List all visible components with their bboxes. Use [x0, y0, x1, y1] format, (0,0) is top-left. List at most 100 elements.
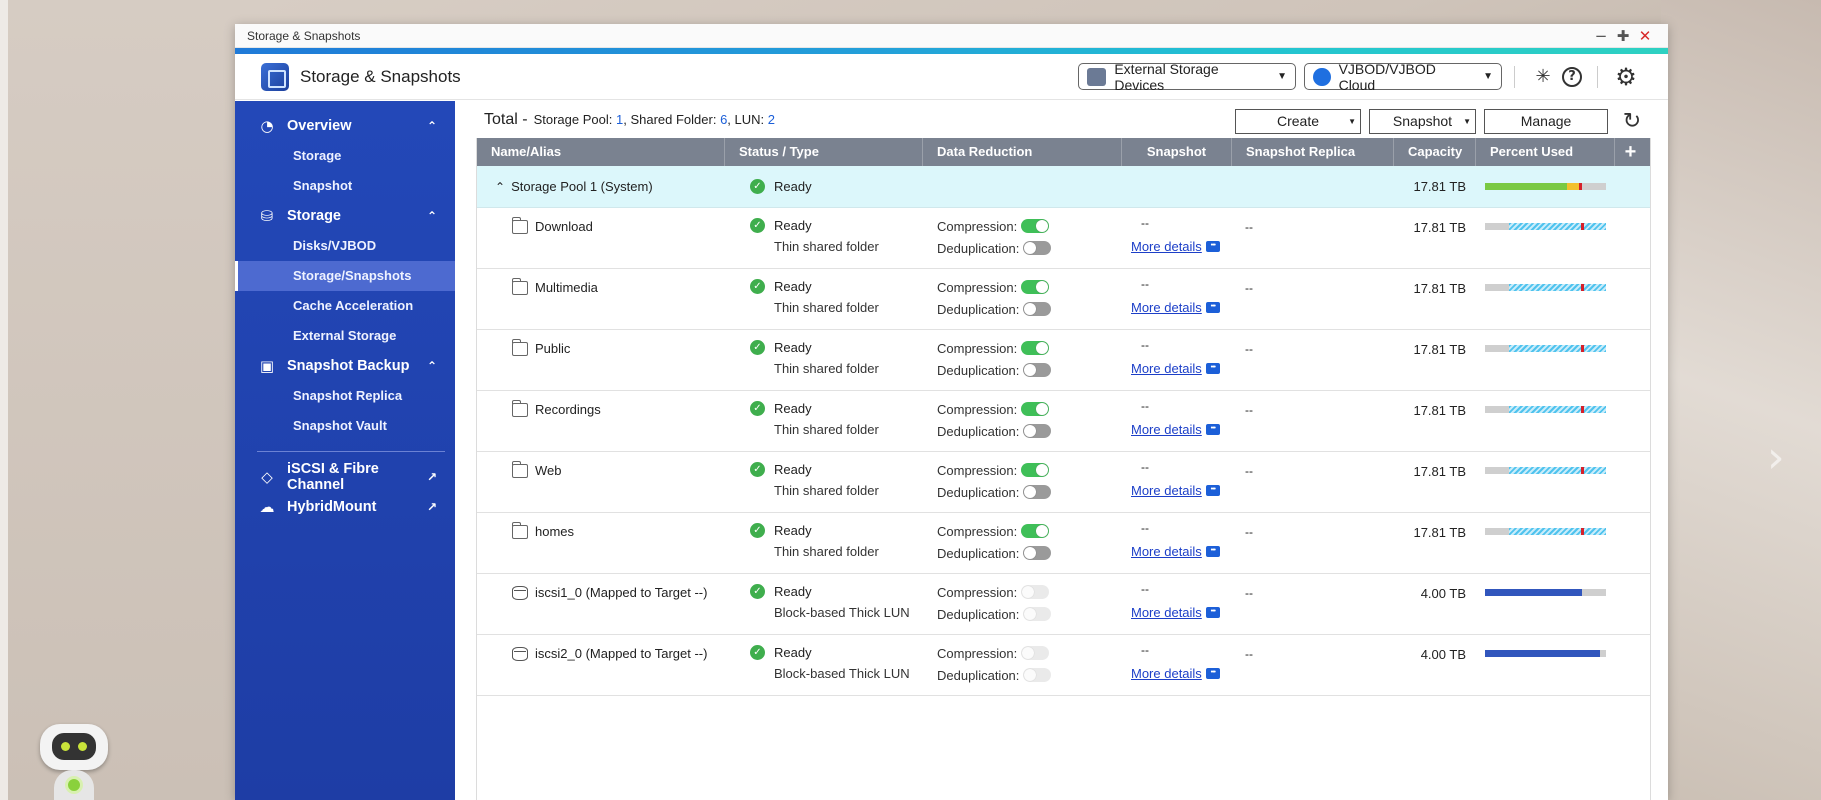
- more-details-link[interactable]: More details: [1131, 605, 1202, 620]
- compression-label: Compression:: [937, 462, 1018, 478]
- table-row[interactable]: Recordings ✓ Ready Thin shared folder Com…: [477, 391, 1650, 452]
- chat-bubble-icon[interactable]: •••: [1205, 546, 1220, 557]
- compression-toggle[interactable]: [1021, 280, 1050, 294]
- create-button[interactable]: Create ▼: [1235, 108, 1361, 134]
- chat-bubble-icon[interactable]: •••: [1205, 607, 1220, 618]
- row-name: homes: [535, 524, 575, 539]
- maximize-icon[interactable]: ✚: [1612, 27, 1634, 45]
- row-status: Ready: [774, 340, 812, 355]
- dedup-toggle[interactable]: [1023, 546, 1052, 560]
- row-name: iscsi2_0 (Mapped to Target --): [535, 646, 708, 661]
- data-reduction-cell: Compression: Deduplication:: [923, 208, 1122, 268]
- compression-label: Compression:: [937, 279, 1018, 295]
- compression-toggle[interactable]: [1021, 402, 1050, 416]
- table-row[interactable]: iscsi1_0 (Mapped to Target --) ✓ Ready Bl…: [477, 574, 1650, 635]
- sidebar-item-storage-snapshots[interactable]: Storage/Snapshots: [235, 261, 455, 291]
- row-status: Ready: [774, 462, 812, 477]
- more-details-link[interactable]: More details: [1131, 361, 1202, 376]
- close-icon[interactable]: ✕: [1634, 27, 1656, 45]
- help-icon[interactable]: ?: [1562, 66, 1582, 87]
- chat-bubble-icon[interactable]: •••: [1205, 424, 1220, 435]
- compression-toggle[interactable]: [1021, 341, 1050, 355]
- window-titlebar: Storage & Snapshots − ✚ ✕: [235, 24, 1668, 48]
- table-row[interactable]: Public ✓ Ready Thin shared folder Compres…: [477, 330, 1650, 391]
- table-row[interactable]: homes ✓ Ready Thin shared folder Compress…: [477, 513, 1650, 574]
- external-link-icon: ↗: [427, 470, 438, 484]
- more-details-link[interactable]: More details: [1131, 422, 1202, 437]
- external-storage-dropdown[interactable]: External Storage Devices ▼: [1078, 61, 1296, 93]
- table-row[interactable]: iscsi2_0 (Mapped to Target --) ✓ Ready Bl…: [477, 635, 1650, 696]
- chat-bubble-icon[interactable]: •••: [1205, 363, 1220, 374]
- column-header-status[interactable]: Status / Type: [725, 138, 923, 166]
- dedup-toggle[interactable]: [1023, 424, 1052, 438]
- compression-toggle[interactable]: [1021, 219, 1050, 233]
- sidebar-item-snapshot-vault[interactable]: Snapshot Vault: [235, 411, 455, 441]
- usage-marker: [1580, 406, 1584, 413]
- table-row[interactable]: Multimedia ✓ Ready Thin shared folder Com…: [477, 269, 1650, 330]
- lun-disk-icon: [512, 586, 528, 600]
- sidebar-group-snapshot-backup[interactable]: ▣ Snapshot Backup ⌃: [235, 351, 455, 381]
- camera-icon: ▣: [259, 357, 275, 375]
- dedup-label: Deduplication:: [937, 301, 1020, 317]
- table-row[interactable]: Download ✓ Ready Thin shared folder Compr…: [477, 208, 1650, 269]
- column-header-snapshot[interactable]: Snapshot: [1122, 138, 1232, 166]
- dedup-toggle[interactable]: [1023, 363, 1052, 377]
- assistant-robot-icon[interactable]: [32, 718, 116, 800]
- name-cell: Web: [477, 452, 725, 512]
- snapshot-label: Snapshot: [1392, 113, 1453, 129]
- usage-bar: [1485, 528, 1606, 535]
- storage-pool-row[interactable]: ⌃ Storage Pool 1 (System) ✓ Ready 17.81 …: [477, 166, 1650, 208]
- next-arrow-icon[interactable]: ›: [1767, 436, 1807, 480]
- column-header-percent-used[interactable]: Percent Used: [1476, 138, 1615, 166]
- dedup-toggle: [1023, 668, 1052, 682]
- column-header-name[interactable]: Name/Alias: [477, 138, 725, 166]
- diagnostics-icon[interactable]: ✳: [1530, 64, 1556, 90]
- desktop-edge: [0, 0, 8, 800]
- sidebar-item-disks-vjbod[interactable]: Disks/VJBOD: [235, 231, 455, 261]
- usage-marker: [1580, 467, 1584, 474]
- add-column-button[interactable]: +: [1615, 138, 1646, 166]
- vjbod-dropdown[interactable]: VJBOD/VJBOD Cloud ▼: [1304, 60, 1502, 93]
- more-details-link[interactable]: More details: [1131, 544, 1202, 559]
- dedup-toggle[interactable]: [1023, 302, 1052, 316]
- minimize-icon[interactable]: −: [1590, 27, 1612, 45]
- row-type: Thin shared folder: [774, 544, 879, 559]
- column-header-capacity[interactable]: Capacity: [1394, 138, 1476, 166]
- sidebar-item-snapshot-replica[interactable]: Snapshot Replica: [235, 381, 455, 411]
- chevron-up-icon[interactable]: ⌃: [495, 180, 505, 194]
- sidebar-link-hybridmount[interactable]: ☁ HybridMount ↗: [235, 492, 455, 522]
- refresh-icon[interactable]: ↻: [1618, 107, 1646, 135]
- sidebar-item-cache-acceleration[interactable]: Cache Acceleration: [235, 291, 455, 321]
- chat-bubble-icon[interactable]: •••: [1205, 485, 1220, 496]
- chat-bubble-icon[interactable]: •••: [1205, 302, 1220, 313]
- toolbar: Create ▼ Snapshot ▼ Manage ↻: [1227, 107, 1646, 135]
- chat-bubble-icon[interactable]: •••: [1205, 241, 1220, 252]
- chat-bubble-icon[interactable]: •••: [1205, 668, 1220, 679]
- pool-status-cell: ✓ Ready: [725, 179, 923, 194]
- table-row[interactable]: Web ✓ Ready Thin shared folder Compressio…: [477, 452, 1650, 513]
- more-details-link[interactable]: More details: [1131, 483, 1202, 498]
- name-cell: Multimedia: [477, 269, 725, 329]
- manage-button[interactable]: Manage: [1484, 108, 1608, 134]
- sidebar-group-storage[interactable]: ⛁ Storage ⌃: [235, 201, 455, 231]
- sidebar-item-external-storage[interactable]: External Storage: [235, 321, 455, 351]
- column-header-snapshot-replica[interactable]: Snapshot Replica: [1232, 138, 1394, 166]
- sidebar-item-storage[interactable]: Storage: [235, 141, 455, 171]
- compression-toggle[interactable]: [1021, 463, 1050, 477]
- more-details-link[interactable]: More details: [1131, 300, 1202, 315]
- capacity-cell: 4.00 TB: [1420, 586, 1466, 601]
- gear-icon[interactable]: ⚙: [1613, 63, 1639, 91]
- column-header-data-reduction[interactable]: Data Reduction: [923, 138, 1122, 166]
- vjbod-label: VJBOD/VJBOD Cloud: [1338, 60, 1436, 93]
- dedup-toggle[interactable]: [1023, 241, 1052, 255]
- sidebar-group-overview[interactable]: ◔ Overview ⌃: [235, 111, 455, 141]
- status-cell: ✓ Ready Thin shared folder: [725, 269, 923, 329]
- app-header: Storage & Snapshots External Storage Dev…: [235, 54, 1668, 100]
- compression-toggle[interactable]: [1021, 524, 1050, 538]
- more-details-link[interactable]: More details: [1131, 239, 1202, 254]
- more-details-link[interactable]: More details: [1131, 666, 1202, 681]
- snapshot-button[interactable]: Snapshot ▼: [1369, 108, 1476, 134]
- dedup-toggle[interactable]: [1023, 485, 1052, 499]
- sidebar-link-iscsi[interactable]: ◇ iSCSI & Fibre Channel ↗: [235, 461, 455, 493]
- sidebar-item-snapshot[interactable]: Snapshot: [235, 171, 455, 201]
